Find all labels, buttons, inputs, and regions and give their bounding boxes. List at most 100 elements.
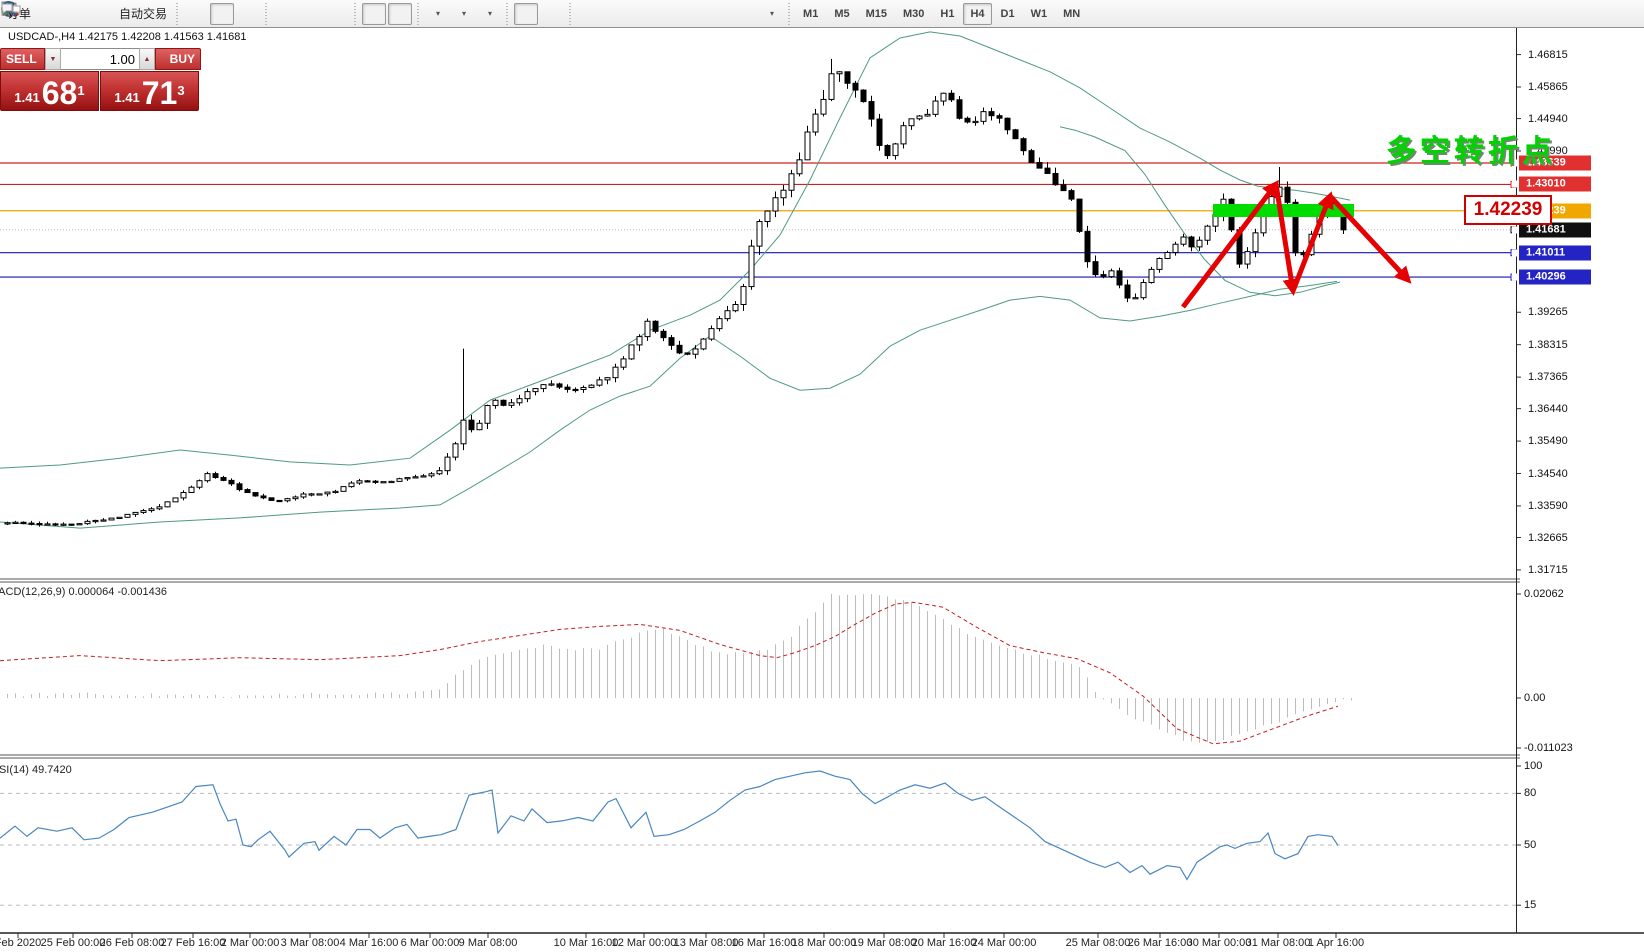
date-axis-label: 26 Feb 08:00	[100, 937, 165, 949]
date-axis-label: 12 Mar 00:00	[612, 937, 677, 949]
rsi-axis-label: 15	[1524, 899, 1536, 911]
toolbar-separator	[174, 3, 181, 25]
crosshair-tool-button[interactable]	[540, 3, 564, 25]
macd-axis-label: 0.00	[1524, 692, 1545, 704]
rsi-axis-label: 50	[1524, 839, 1536, 851]
periods-button[interactable]: ▾	[451, 3, 475, 25]
price-level-badge: 1.43010	[1519, 177, 1591, 192]
timeframe-m5-button[interactable]: M5	[827, 3, 856, 25]
timeframe-mn-button[interactable]: MN	[1056, 3, 1087, 25]
date-axis-label: 18 Mar 00:00	[792, 937, 857, 949]
timeframe-m1-button[interactable]: M1	[796, 3, 825, 25]
timeframe-m15-button[interactable]: M15	[859, 3, 894, 25]
chart-shift-button[interactable]	[388, 3, 412, 25]
timeframe-w1-button[interactable]: W1	[1024, 3, 1055, 25]
date-axis-label: 1 Apr 16:00	[1308, 937, 1364, 949]
date-axis-label: 20 Mar 16:00	[912, 937, 977, 949]
chevron-down-icon: ▾	[488, 9, 492, 18]
sell-label-button[interactable]: SELL	[0, 48, 45, 70]
toolbar-separator	[263, 3, 270, 25]
sell-label: SELL	[6, 52, 37, 66]
date-axis-label: 25 Feb 00:00	[41, 937, 106, 949]
date-axis-label: 6 Mar 00:00	[401, 937, 460, 949]
timeframe-group: M1M5M15M30H1H4D1W1MN	[795, 3, 1088, 25]
date-axis-label: 10 Mar 16:00	[554, 937, 619, 949]
y-axis-label: 1.37365	[1528, 371, 1568, 383]
tile-windows-button[interactable]	[325, 3, 349, 25]
horizontal-line-tool-button[interactable]	[603, 3, 627, 25]
date-axis-label: 24 Mar 00:00	[972, 937, 1037, 949]
quote-ohlc-line: USDCAD-,H4 1.42175 1.42208 1.41563 1.416…	[8, 31, 247, 43]
price-level-badge: 1.41011	[1519, 245, 1591, 260]
autotrade-label: 自动交易	[119, 5, 167, 22]
y-axis-label: 1.38315	[1528, 339, 1568, 351]
timeframe-h4-button[interactable]: H4	[963, 3, 991, 25]
rsi-indicator-label: RSI(14) 49.7420	[0, 764, 72, 776]
date-axis-label: 19 Mar 08:00	[852, 937, 917, 949]
templates-button[interactable]: ▾	[477, 3, 501, 25]
macd-axis-label: 0.02062	[1524, 588, 1564, 600]
text-tool-button[interactable]: A	[707, 3, 731, 25]
chat-button[interactable]	[1617, 3, 1641, 25]
volume-box	[61, 48, 139, 70]
volume-decrease-button[interactable]: ▼	[45, 48, 61, 70]
signals-button[interactable]	[89, 3, 113, 25]
trendline-tool-button[interactable]	[629, 3, 653, 25]
date-axis-label: 4 Mar 16:00	[340, 937, 399, 949]
buy-label-button[interactable]: BUY	[155, 48, 201, 70]
bar-chart-mode-button[interactable]	[184, 3, 208, 25]
timeframe-d1-button[interactable]: D1	[994, 3, 1022, 25]
date-axis-label: 16 Mar 16:00	[732, 937, 797, 949]
sell-price-prefix: 1.41	[14, 88, 39, 108]
date-axis-label: 26 Mar 16:00	[1128, 937, 1193, 949]
chinese-annotation-text: 多空转折点	[1316, 126, 1556, 170]
buy-price-pip: 3	[177, 74, 184, 108]
text-label-tool-button[interactable]: T	[733, 3, 757, 25]
date-axis-label: 30 Mar 00:00	[1187, 937, 1252, 949]
date-axis-label: 27 Feb 16:00	[161, 937, 226, 949]
channel-tool-button[interactable]: E	[655, 3, 679, 25]
sell-price-button[interactable]: 1.41 68 1	[0, 71, 99, 111]
profile-button[interactable]	[63, 3, 87, 25]
buy-price-main: 71	[142, 78, 178, 108]
rsi-axis-label: 100	[1524, 760, 1542, 772]
price-level-tag: 1.42239	[1464, 195, 1552, 225]
zoom-in-button[interactable]	[273, 3, 297, 25]
auto-scroll-button[interactable]	[362, 3, 386, 25]
macd-axis-label: -0.011023	[1524, 742, 1573, 754]
toolbar-separator	[352, 3, 359, 25]
sell-price-pip: 1	[77, 74, 84, 108]
timeframe-h1-button[interactable]: H1	[933, 3, 961, 25]
volume-increase-button[interactable]: ▲	[139, 48, 155, 70]
sell-price-main: 68	[42, 78, 78, 108]
y-axis-label: 1.32665	[1528, 532, 1568, 544]
y-axis-label: 1.45865	[1528, 81, 1568, 93]
y-axis-label: 1.46815	[1528, 49, 1568, 61]
arrows-tool-button[interactable]: ▾	[759, 3, 783, 25]
market-watch-button[interactable]	[37, 3, 61, 25]
volume-input[interactable]	[61, 49, 139, 69]
autotrade-button[interactable]: 自动交易	[115, 3, 171, 25]
zoom-out-button[interactable]	[299, 3, 323, 25]
cursor-tool-button[interactable]	[514, 3, 538, 25]
y-axis-label: 1.44940	[1528, 113, 1568, 125]
date-axis-label: 31 Mar 08:00	[1246, 937, 1311, 949]
fibonacci-tool-button[interactable]: F	[681, 3, 705, 25]
add-indicator-button[interactable]: ▾	[425, 3, 449, 25]
search-button[interactable]	[1591, 3, 1615, 25]
toolbar-separator	[786, 3, 793, 25]
buy-price-button[interactable]: 1.41 71 3	[100, 71, 199, 111]
line-chart-mode-button[interactable]	[236, 3, 260, 25]
timeframe-m30-button[interactable]: M30	[896, 3, 931, 25]
date-axis-label: 2 Mar 00:00	[221, 937, 280, 949]
vertical-line-tool-button[interactable]	[577, 3, 601, 25]
date-axis-label: 3 Mar 08:00	[281, 937, 340, 949]
date-axis-label: 13 Mar 08:00	[674, 937, 739, 949]
date-axis-label: 25 Mar 08:00	[1066, 937, 1131, 949]
date-axis-label: 9 Mar 08:00	[459, 937, 518, 949]
chevron-down-icon: ▾	[462, 9, 466, 18]
candlestick-mode-button[interactable]	[210, 3, 234, 25]
toolbar-separator	[415, 3, 422, 25]
y-axis-label: 1.33590	[1528, 500, 1568, 512]
y-axis-label: 1.36440	[1528, 403, 1568, 415]
